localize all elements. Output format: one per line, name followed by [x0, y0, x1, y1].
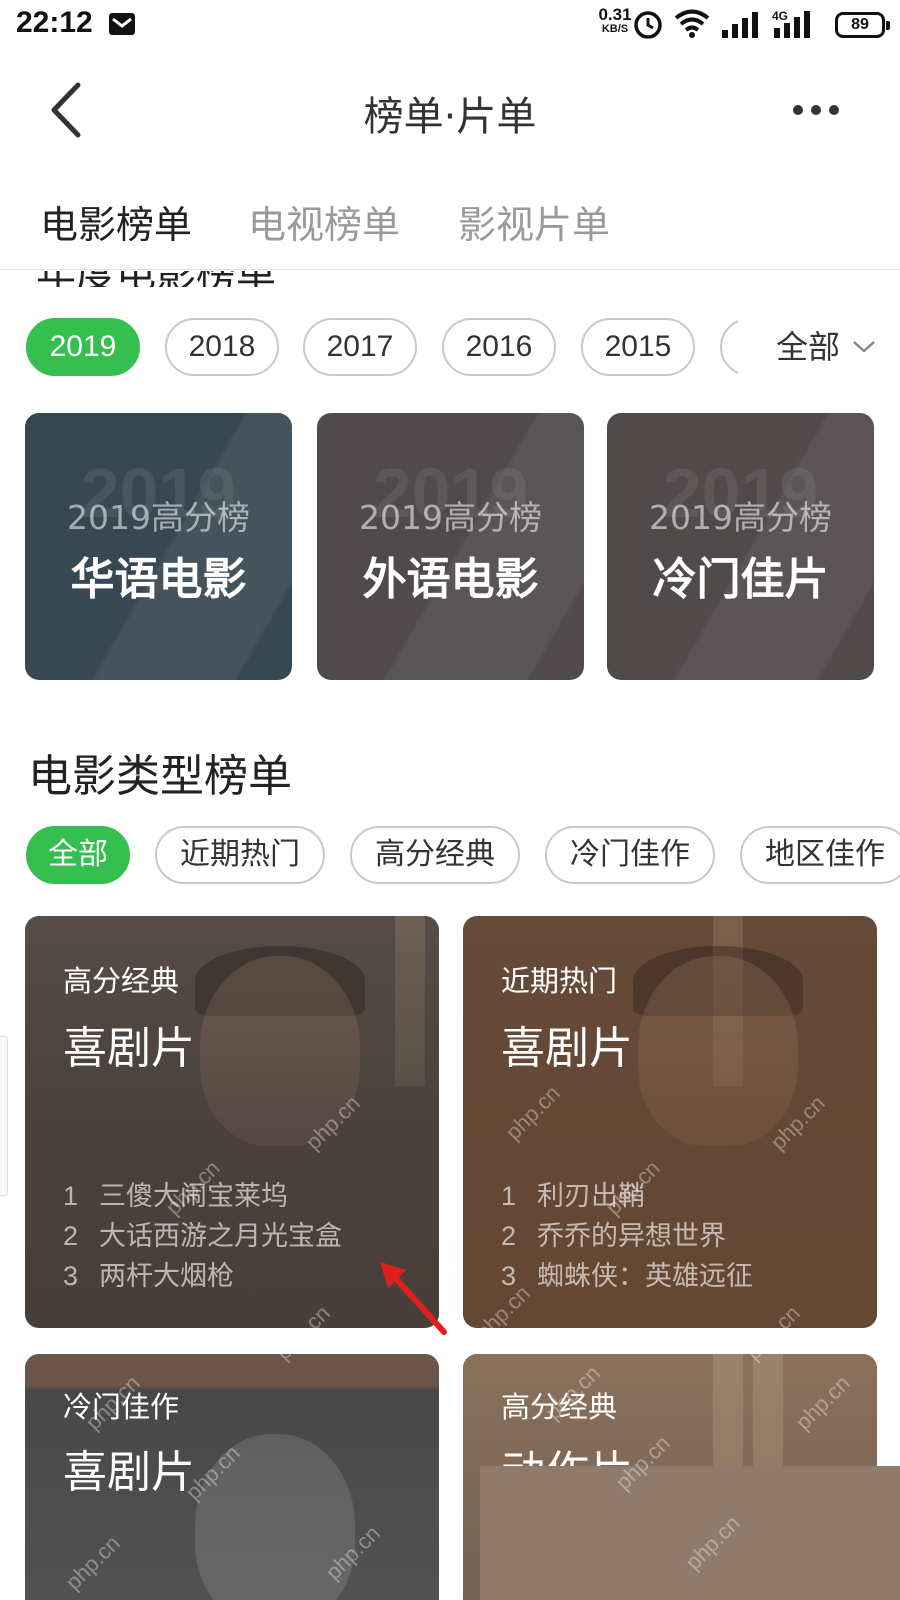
chevron-down-icon[interactable] [852, 340, 876, 354]
battery-icon: 89 [835, 12, 890, 38]
year-card-title: 外语电影 [362, 554, 539, 605]
signal-4g-icon: 4G [772, 9, 810, 38]
ranking-item: 2 乔乔的异想世界 [501, 1221, 726, 1252]
year-pill-2016[interactable]: 2016 [442, 318, 556, 376]
year-all-dropdown[interactable]: 全部 [776, 322, 840, 368]
genre-card-gem-comedy[interactable]: 冷门佳作 喜剧片 [25, 1354, 439, 1600]
more-dots-icon [793, 105, 839, 115]
genre-card-hot-comedy[interactable]: 近期热门 喜剧片 1 利刃出鞘 2 乔乔的异想世界 3 蜘蛛侠：英雄远征 [463, 916, 877, 1328]
annotation-arrow-icon [380, 1262, 447, 1335]
genre-card-genre: 喜剧片 [63, 1023, 195, 1074]
page-title: 榜单·片单 [363, 94, 537, 140]
ranking-item: 3 两杆大烟枪 [63, 1261, 234, 1292]
genre-filter-hidden-gems[interactable]: 冷门佳作 [545, 826, 715, 884]
ranking-item: 1 利刃出鞘 [501, 1181, 645, 1212]
overlay-tile [480, 1466, 900, 1600]
year-pill-2019[interactable]: 2019 [26, 318, 140, 376]
genre-card-category: 高分经典 [63, 964, 180, 998]
year-card-title: 华语电影 [70, 554, 247, 605]
genre-card-category: 高分经典 [501, 1390, 618, 1424]
year-card-foreign[interactable]: 2019 2019高分榜 外语电影 [317, 413, 584, 680]
signal-icon [722, 12, 758, 38]
tab-tv-charts[interactable]: 电视榜单 [248, 194, 400, 249]
year-card-subtitle: 2019高分榜 [67, 498, 250, 537]
genre-card-category: 冷门佳作 [63, 1390, 180, 1424]
annual-charts-heading: 年度电影榜单 [0, 271, 900, 287]
message-icon [109, 13, 135, 35]
year-card-subtitle: 2019高分榜 [649, 498, 832, 537]
year-card-chinese[interactable]: 2019 2019高分榜 华语电影 [25, 413, 292, 680]
tab-film-lists[interactable]: 影视片单 [458, 194, 610, 249]
main-tabs: 电影榜单 电视榜单 影视片单 [0, 180, 900, 270]
ranking-item: 2 大话西游之月光宝盒 [63, 1221, 342, 1252]
year-pill-2018[interactable]: 2018 [165, 318, 279, 376]
edge-handle[interactable] [0, 1036, 8, 1196]
net-speed: 0.31 KB/S [598, 5, 632, 35]
ranking-item: 3 蜘蛛侠：英雄远征 [501, 1261, 753, 1292]
genre-filter-recent-hot[interactable]: 近期热门 [155, 826, 325, 884]
genre-filter-all[interactable]: 全部 [26, 826, 130, 884]
year-card-hidden-gems[interactable]: 2019 2019高分榜 冷门佳片 [607, 413, 874, 680]
genre-card-genre: 喜剧片 [63, 1447, 195, 1498]
tab-movie-charts[interactable]: 电影榜单 [40, 194, 192, 249]
genre-filter-regional[interactable]: 地区佳作 [740, 826, 900, 884]
genre-card-genre: 喜剧片 [501, 1023, 633, 1074]
year-pill-2017[interactable]: 2017 [303, 318, 417, 376]
svg-text:4G: 4G [772, 9, 788, 23]
alarm-icon [634, 11, 662, 39]
genre-filter-classic[interactable]: 高分经典 [350, 826, 520, 884]
genre-section-title: 电影类型榜单 [28, 751, 292, 802]
wifi-icon [674, 9, 710, 38]
year-pill-2015[interactable]: 2015 [581, 318, 695, 376]
genre-card-category: 近期热门 [501, 964, 618, 998]
nav-bar: 榜单·片单 [0, 60, 900, 160]
status-time: 22:12 [16, 6, 93, 39]
more-button[interactable] [788, 90, 848, 130]
ranking-item: 1 三傻大闹宝莱坞 [63, 1181, 288, 1212]
status-bar: 22:12 0.31 KB/S 4G 89 [0, 0, 900, 50]
year-card-subtitle: 2019高分榜 [359, 498, 542, 537]
year-card-title: 冷门佳片 [652, 554, 829, 605]
